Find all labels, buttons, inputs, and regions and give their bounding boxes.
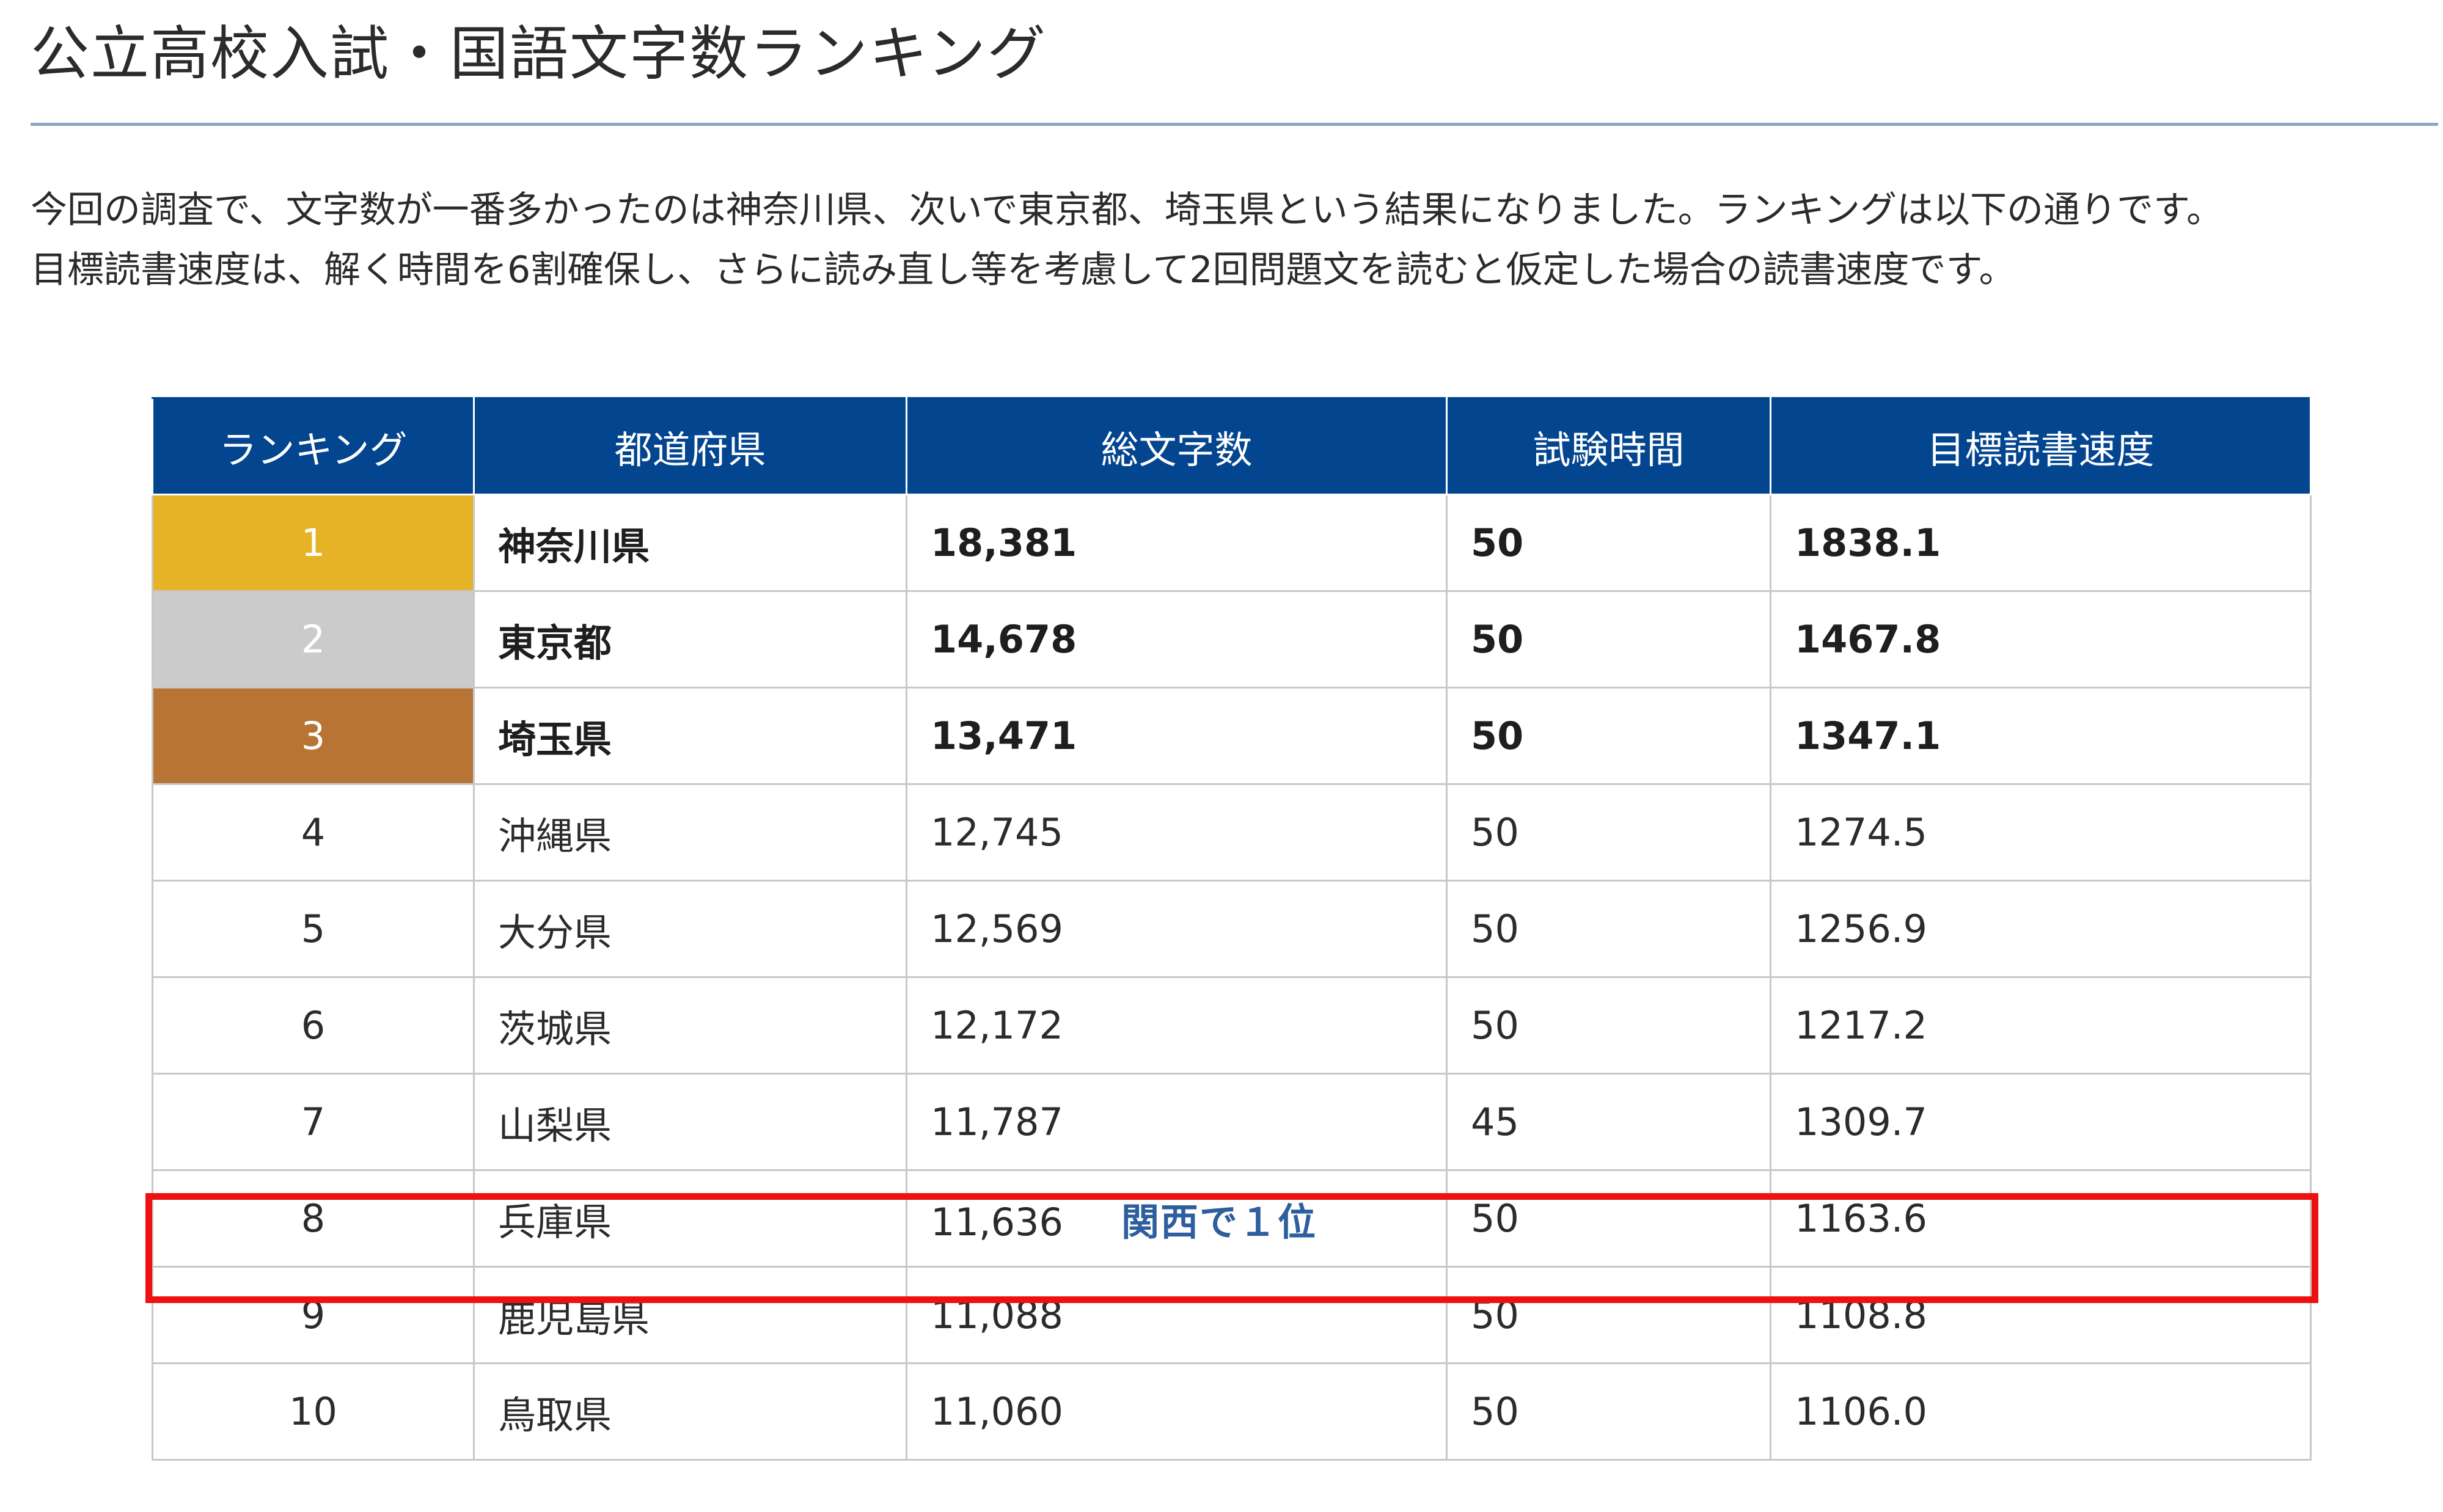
time-cell: 50 <box>1446 976 1771 1075</box>
prefecture-cell: 茨城県 <box>473 976 907 1075</box>
table-row: 3 埼玉県 13,471 50 1347.1 <box>152 687 2312 785</box>
header-exam-time: 試験時間 <box>1446 397 1771 495</box>
rank-cell-bronze: 3 <box>152 687 475 785</box>
prefecture-cell: 山梨県 <box>473 1073 907 1171</box>
header-target-speed: 目標読書速度 <box>1770 397 2312 495</box>
speed-cell: 1838.1 <box>1770 494 2312 592</box>
rank-cell: 10 <box>152 1362 475 1461</box>
chars-cell: 13,471 <box>906 687 1448 785</box>
chars-cell: 14,678 <box>906 590 1448 688</box>
table-row: 1 神奈川県 18,381 50 1838.1 <box>152 494 2312 592</box>
table-row: 6 茨城県 12,172 50 1217.2 <box>152 976 2312 1075</box>
chars-cell: 12,745 <box>906 783 1448 882</box>
table-row: 7 山梨県 11,787 45 1309.7 <box>152 1073 2312 1171</box>
time-cell: 50 <box>1446 590 1771 688</box>
time-cell: 50 <box>1446 494 1771 592</box>
table-row: 4 沖縄県 12,745 50 1274.5 <box>152 783 2312 882</box>
speed-cell: 1106.0 <box>1770 1362 2312 1461</box>
speed-cell: 1256.9 <box>1770 880 2312 978</box>
intro-line: 目標読書速度は、解く時間を6割確保し、さらに読み直し等を考慮して2回問題文を読む… <box>31 249 2016 291</box>
prefecture-cell: 沖縄県 <box>473 783 907 882</box>
header-prefecture: 都道府県 <box>473 397 907 495</box>
chars-cell: 11,060 <box>906 1362 1448 1461</box>
speed-cell: 1309.7 <box>1770 1073 2312 1171</box>
time-cell: 50 <box>1446 687 1771 785</box>
prefecture-cell: 大分県 <box>473 880 907 978</box>
table-header-row: ランキング 都道府県 総文字数 試験時間 目標読書速度 <box>152 397 2312 495</box>
page-title: 公立高校入試・国語文字数ランキング <box>31 20 1047 88</box>
chars-cell: 12,172 <box>906 976 1448 1075</box>
chars-cell: 12,569 <box>906 880 1448 978</box>
highlight-box <box>145 1193 2318 1303</box>
rank-cell-gold: 1 <box>152 494 475 592</box>
rank-cell: 6 <box>152 976 475 1075</box>
table-row: 2 東京都 14,678 50 1467.8 <box>152 590 2312 688</box>
prefecture-cell: 埼玉県 <box>473 687 907 785</box>
page: 公立高校入試・国語文字数ランキング 今回の調査で、文字数が一番多かったのは神奈川… <box>0 0 2443 1512</box>
time-cell: 45 <box>1446 1073 1771 1171</box>
time-cell: 50 <box>1446 1362 1771 1461</box>
speed-cell: 1217.2 <box>1770 976 2312 1075</box>
header-ranking: ランキング <box>152 397 475 495</box>
intro-line: 今回の調査で、文字数が一番多かったのは神奈川県、次いで東京都、埼玉県という結果に… <box>31 189 2223 232</box>
prefecture-cell: 神奈川県 <box>473 494 907 592</box>
chars-cell: 18,381 <box>906 494 1448 592</box>
speed-cell: 1467.8 <box>1770 590 2312 688</box>
header-total-chars: 総文字数 <box>906 397 1448 495</box>
intro-text: 今回の調査で、文字数が一番多かったのは神奈川県、次いで東京都、埼玉県という結果に… <box>31 180 2438 300</box>
rank-cell-silver: 2 <box>152 590 475 688</box>
time-cell: 50 <box>1446 783 1771 882</box>
table-row: 5 大分県 12,569 50 1256.9 <box>152 880 2312 978</box>
speed-cell: 1274.5 <box>1770 783 2312 882</box>
title-divider <box>31 123 2438 126</box>
rank-cell: 5 <box>152 880 475 978</box>
time-cell: 50 <box>1446 880 1771 978</box>
prefecture-cell: 東京都 <box>473 590 907 688</box>
prefecture-cell: 鳥取県 <box>473 1362 907 1461</box>
speed-cell: 1347.1 <box>1770 687 2312 785</box>
rank-cell: 7 <box>152 1073 475 1171</box>
rank-cell: 4 <box>152 783 475 882</box>
table-row: 10 鳥取県 11,060 50 1106.0 <box>152 1362 2312 1461</box>
chars-cell: 11,787 <box>906 1073 1448 1171</box>
